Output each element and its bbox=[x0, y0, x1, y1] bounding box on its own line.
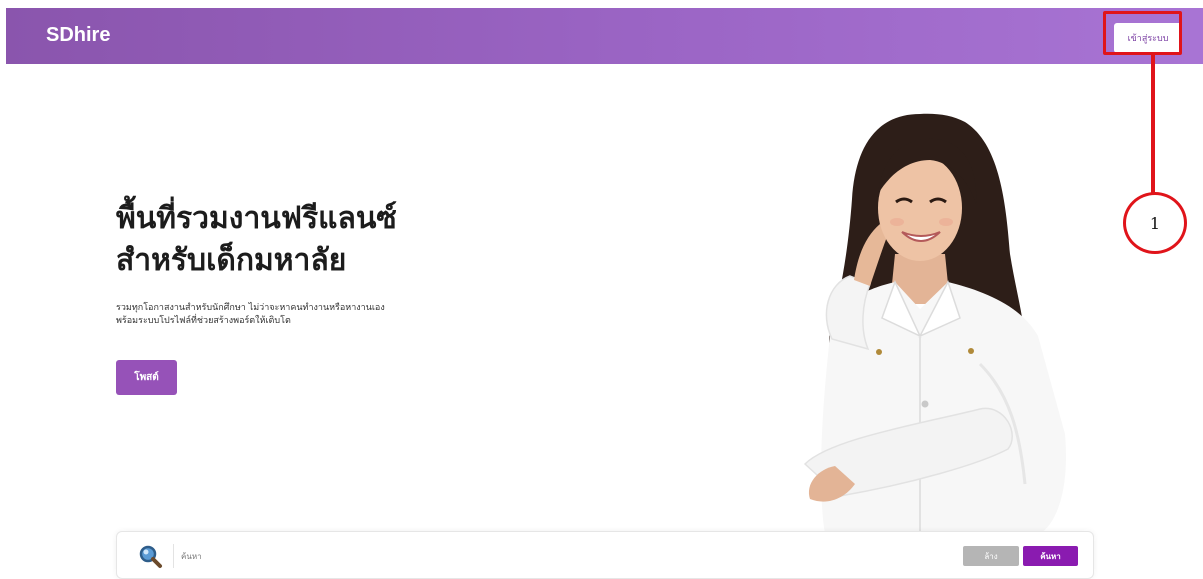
clear-button[interactable]: ล้าง bbox=[963, 546, 1019, 566]
annotation-step-number: 1 bbox=[1149, 213, 1161, 233]
brand-logo[interactable]: SDhire bbox=[46, 24, 110, 47]
search-input[interactable] bbox=[181, 546, 881, 566]
search-submit-button[interactable]: ค้นหา bbox=[1023, 546, 1078, 566]
annotation-connector-line bbox=[1151, 55, 1155, 193]
search-bar: ล้าง ค้นหา bbox=[116, 531, 1094, 579]
hero-title-line-1: พื้นที่รวมงานฟรีแลนซ์ bbox=[116, 201, 397, 236]
hero-title: พื้นที่รวมงานฟรีแลนซ์ สำหรับเด็กมหาลัย bbox=[116, 198, 536, 282]
login-button[interactable]: เข้าสู่ระบบ bbox=[1114, 23, 1182, 53]
hero-description-line-2: พร้อมระบบโปรไฟล์ที่ช่วยสร้างพอร์ตให้เติบ… bbox=[116, 316, 291, 326]
magnifier-icon[interactable] bbox=[137, 543, 163, 569]
student-portrait-image bbox=[803, 113, 1066, 534]
hero-title-line-2: สำหรับเด็กมหาลัย bbox=[116, 243, 347, 278]
search-divider bbox=[173, 544, 174, 568]
landing-page: SDhire เข้าสู่ระบบ 1 พื้นที่รวมงานฟรีแลน… bbox=[0, 0, 1203, 579]
hero-description-line-1: รวมทุกโอกาสงานสำหรับนักศึกษา ไม่ว่าจะหาค… bbox=[116, 303, 385, 313]
post-button[interactable]: โพสต์ bbox=[116, 360, 177, 395]
annotation-step-marker: 1 bbox=[1123, 192, 1187, 254]
top-navbar: SDhire เข้าสู่ระบบ bbox=[6, 8, 1203, 64]
hero-description: รวมทุกโอกาสงานสำหรับนักศึกษา ไม่ว่าจะหาค… bbox=[116, 302, 536, 328]
